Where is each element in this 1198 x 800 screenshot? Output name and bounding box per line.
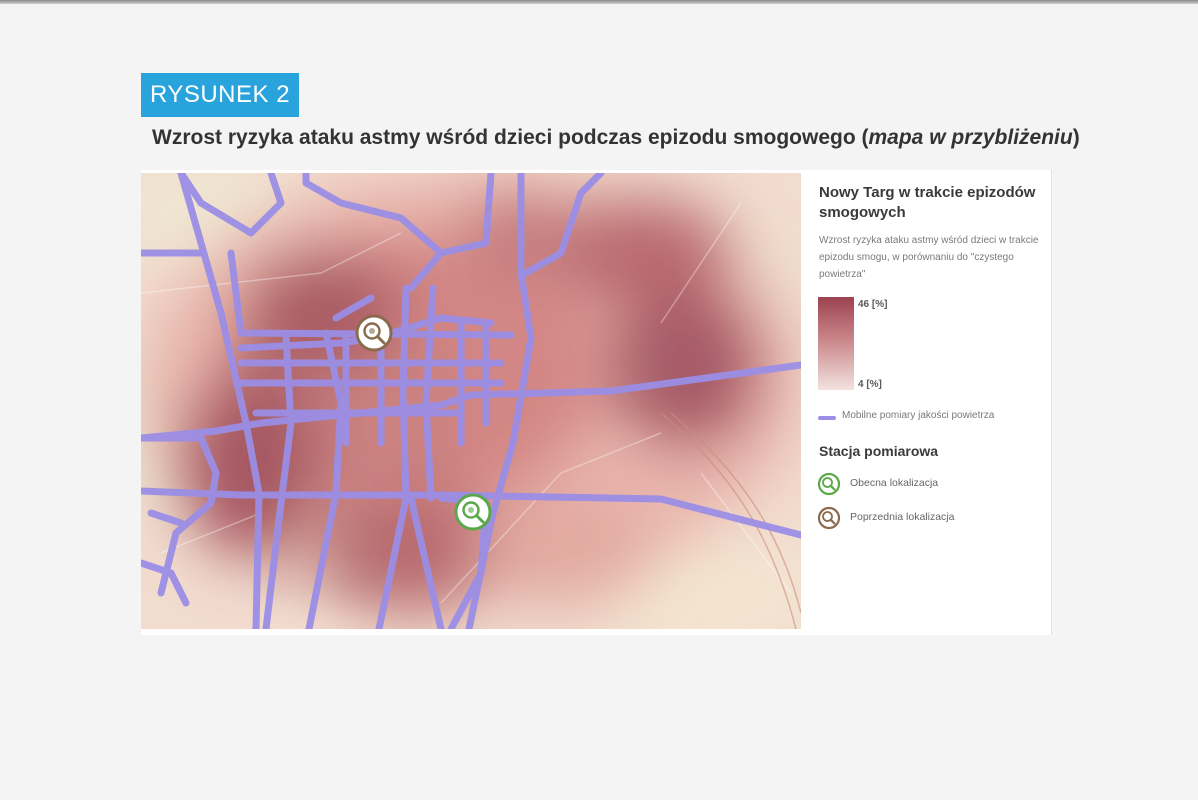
figure-title-italic: mapa w przybliżeniu [868, 126, 1073, 149]
figure-title: Wzrost ryzyka ataku astmy wśród dzieci p… [152, 126, 1080, 150]
previous-location-icon [817, 506, 841, 530]
top-border [0, 0, 1198, 4]
stations-title: Stacja pomiarowa [819, 443, 939, 459]
scale-min-label: 4 [%] [858, 379, 882, 390]
legend-title: Nowy Targ w trakcie epizodów smogowych [819, 184, 1036, 221]
heat-map[interactable] [141, 173, 801, 629]
current-location-icon [817, 472, 841, 496]
figure-title-end: ) [1072, 126, 1080, 149]
station-marker-previous[interactable] [355, 314, 393, 352]
previous-location-label: Poprzednia lokalizacja [850, 511, 955, 523]
figure-panel: Nowy Targ w trakcie epizodów smogowych W… [141, 170, 1052, 635]
map-legend: Nowy Targ w trakcie epizodów smogowych W… [805, 170, 1052, 635]
figure-title-main: Wzrost ryzyka ataku astmy wśród dzieci p… [152, 126, 869, 149]
legend-subtitle: Wzrost ryzyka ataku astmy wśród dzieci w… [819, 235, 1039, 280]
route-label: Mobilne pomiary jakości powietrza [842, 410, 995, 421]
figure-label-badge: RYSUNEK 2 [141, 73, 299, 117]
current-location-label: Obecna lokalizacja [850, 477, 939, 489]
heat-map-svg [141, 173, 801, 629]
scale-max-label: 46 [%] [858, 299, 888, 310]
risk-color-scale [818, 297, 854, 390]
station-marker-current[interactable] [454, 493, 492, 531]
route-line-swatch [818, 416, 836, 420]
